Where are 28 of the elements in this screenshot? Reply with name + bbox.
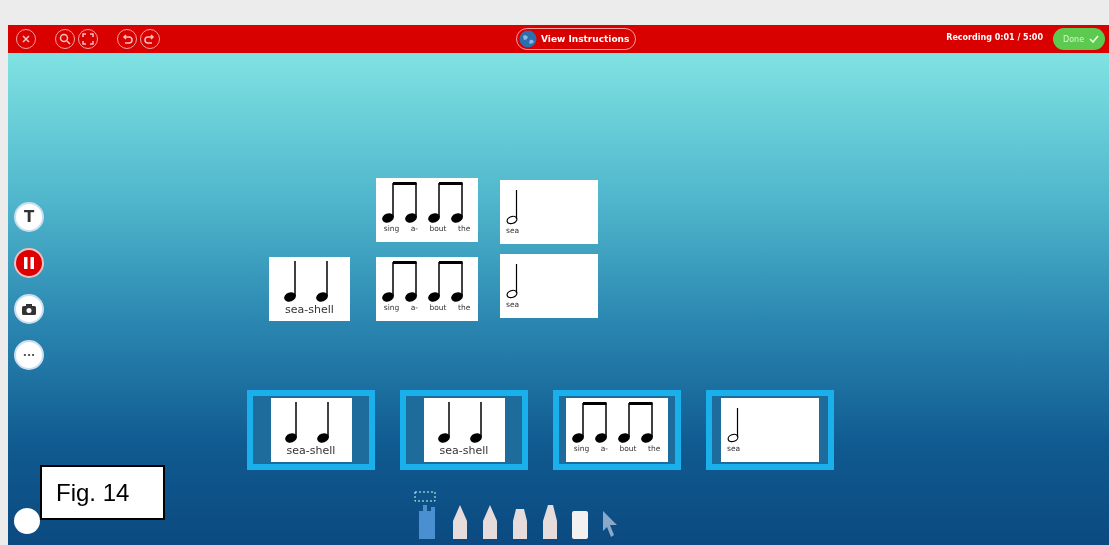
rhythm-card[interactable]: sea-shell (270, 398, 352, 462)
pause-icon (23, 256, 35, 270)
figure-label: Fig. 14 (40, 465, 165, 520)
highlighter-icon[interactable] (541, 503, 559, 539)
zoom-icon (59, 33, 71, 45)
pencil-icon[interactable] (451, 503, 469, 539)
close-icon (20, 33, 32, 45)
redo-icon (144, 33, 156, 45)
pencil-icon[interactable] (481, 503, 499, 539)
rhythm-card[interactable]: sea-shell (269, 257, 350, 321)
camera-icon (22, 303, 36, 315)
undo-icon (121, 33, 133, 45)
lyric: sea-shell (286, 444, 336, 457)
camera-button[interactable] (14, 294, 44, 324)
fit-screen-icon (82, 33, 94, 45)
pointer-icon[interactable] (601, 509, 619, 539)
globe-icon (519, 30, 537, 48)
drop-slot[interactable]: sea-shell (247, 390, 375, 470)
hand-select-icon[interactable] (413, 491, 439, 539)
lyric: sea-shell (285, 303, 334, 316)
drop-slot[interactable]: sea-shell (400, 390, 528, 470)
text-tool-button[interactable]: T (14, 202, 44, 232)
pause-button[interactable] (14, 248, 44, 278)
recording-timer: Recording 0:01 / 5:00 (946, 33, 1043, 42)
more-button[interactable]: ··· (14, 340, 44, 370)
check-icon (1089, 35, 1099, 43)
lyric: sea-shell (439, 444, 489, 457)
rhythm-card[interactable]: sea-shell (423, 398, 505, 462)
